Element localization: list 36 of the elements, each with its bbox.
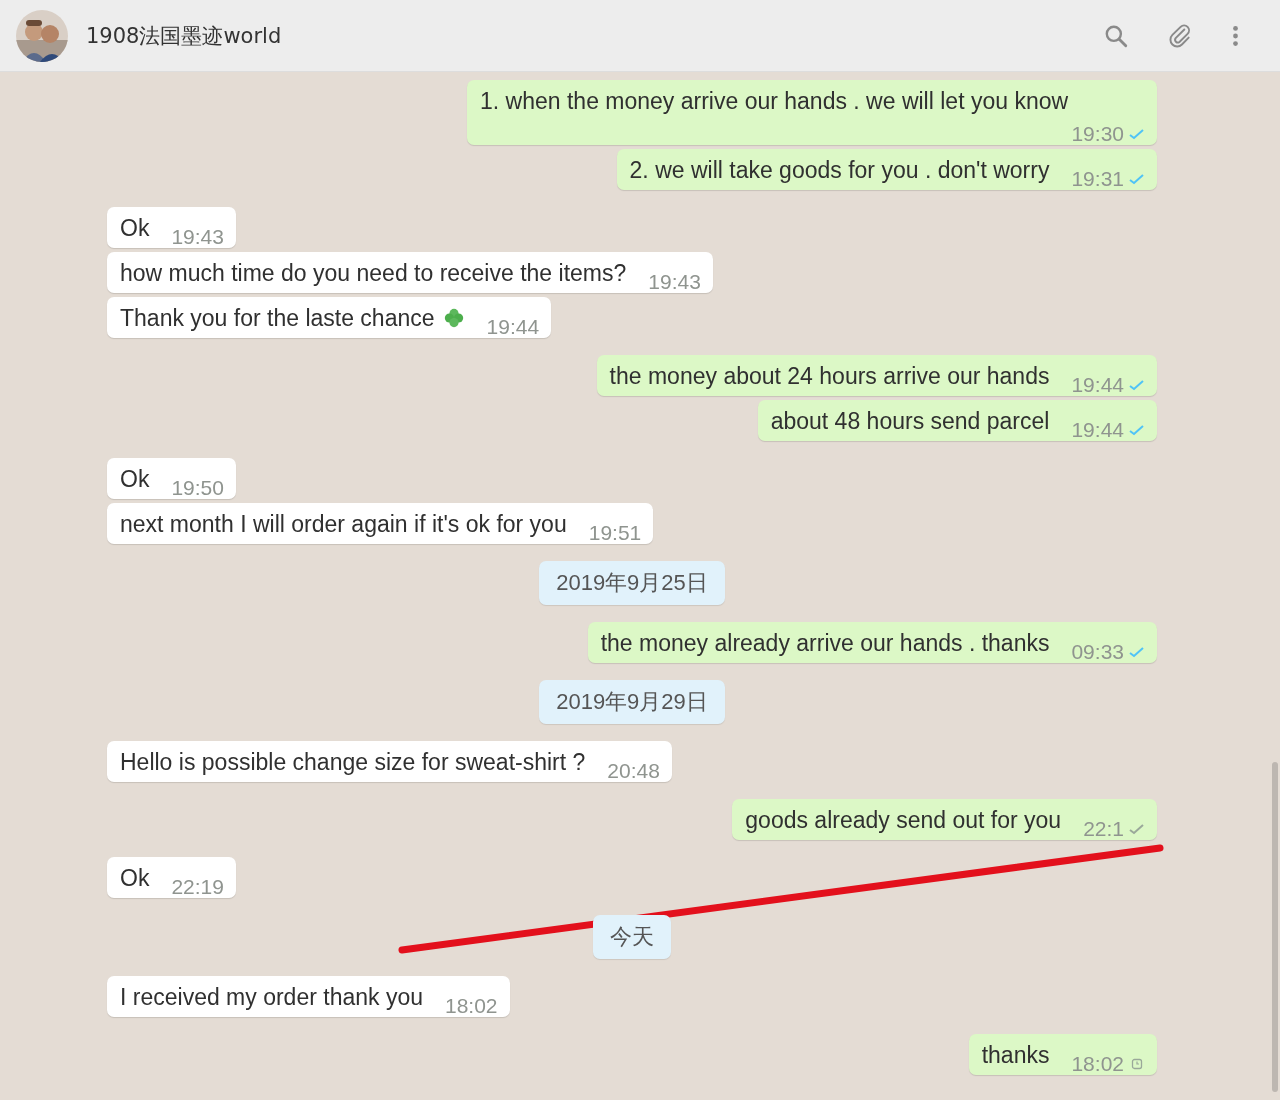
message-time: 22:19 — [171, 875, 224, 899]
message-time: 19:50 — [171, 476, 224, 500]
message-time: 22:1 — [1083, 817, 1124, 841]
message-text: Hello is possible change size for sweat-shirt ? — [120, 748, 586, 777]
message-text: 1. when the money arrive our hands . we will let you know — [480, 87, 1069, 116]
message-time: 19:31 — [1071, 167, 1124, 191]
message-text: about 48 hours send parcel — [770, 407, 1050, 436]
message-text: 2. we will take goods for you . don't worry — [629, 156, 1050, 185]
scrollbar-thumb[interactable] — [1272, 762, 1278, 1092]
date-chip: 今天 — [593, 915, 671, 959]
chat-title: 1908法国墨迹world — [86, 22, 282, 50]
message-text: thanks — [981, 1041, 1050, 1070]
message-text: how much time do you need to receive the items? — [120, 259, 627, 288]
message-text: Ok — [120, 864, 150, 893]
message-text: I received my order thank you — [120, 983, 423, 1012]
message-time: 18:02 — [1071, 1052, 1124, 1076]
message-time: 20:48 — [607, 759, 660, 783]
message-text: the money about 24 hours arrive our hands — [609, 362, 1050, 391]
message-time: 19:51 — [588, 521, 642, 545]
message-text: next month I will order again if it's ok for you — [120, 510, 567, 539]
message-time: 19:44 — [1071, 418, 1124, 442]
message-time: 19:44 — [1071, 373, 1124, 397]
message-text: Ok — [120, 465, 150, 494]
date-chip: 2019年9月29日 — [539, 680, 725, 724]
paperclip-icon[interactable] — [1167, 22, 1193, 49]
message-text: goods already send out for you — [745, 806, 1062, 835]
message-time: 09:33 — [1071, 640, 1124, 664]
message-time: 18:02 — [445, 994, 498, 1018]
message-text: Ok — [120, 214, 150, 243]
message-time: 19:30 — [1071, 122, 1124, 146]
date-chip: 2019年9月25日 — [539, 561, 725, 605]
message-time: 19:43 — [648, 270, 701, 294]
message-time: 19:44 — [486, 315, 540, 339]
message-time: 19:43 — [171, 225, 224, 249]
message-text: Thank you for the laste chance — [120, 304, 435, 333]
message-text: the money already arrive our hands . thanks — [600, 629, 1050, 658]
